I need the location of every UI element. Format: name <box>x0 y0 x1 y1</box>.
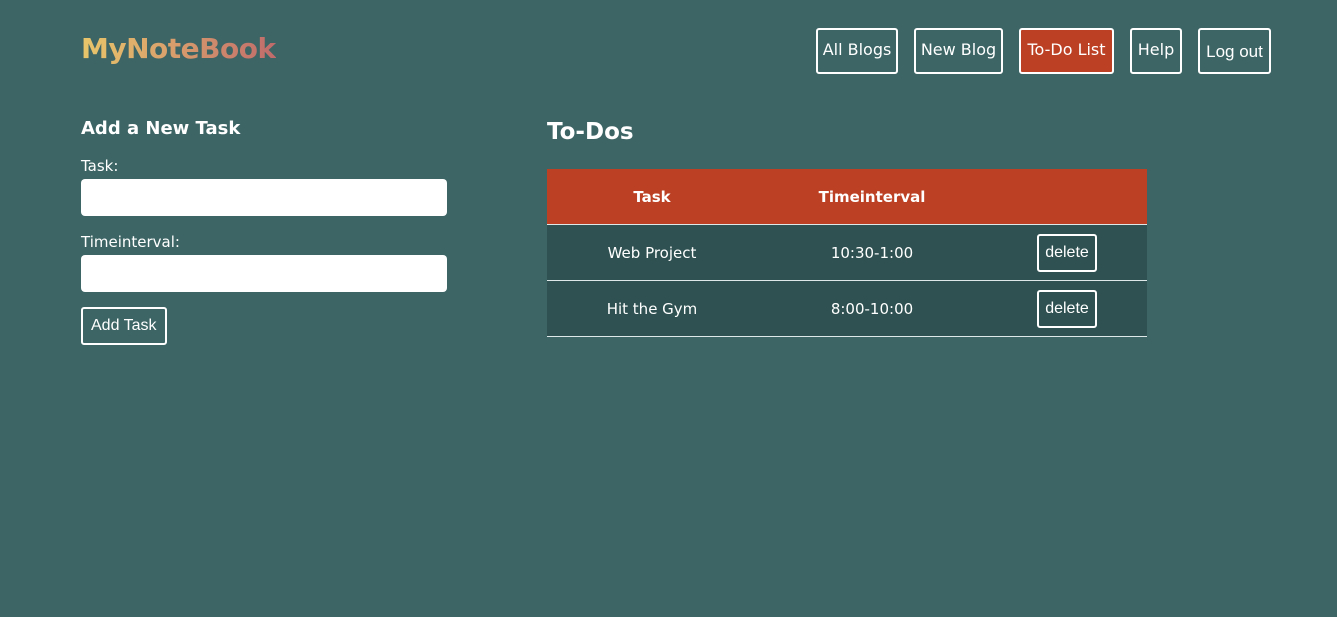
task-cell: Web Project <box>547 224 757 281</box>
nav-help-button[interactable]: Help <box>1130 28 1182 74</box>
action-cell: delete <box>987 224 1147 281</box>
column-header-task: Task <box>547 169 757 225</box>
todos-section: To-Dos Task Timeinterval Web Project 10:… <box>547 115 1147 337</box>
table-row: Hit the Gym 8:00-10:00 delete <box>547 280 1147 337</box>
table-header-row: Task Timeinterval <box>547 169 1147 225</box>
timeinterval-input[interactable] <box>81 255 447 292</box>
column-header-timeinterval: Timeinterval <box>757 169 987 225</box>
nav-new-blog-label: New Blog <box>920 39 997 59</box>
column-header-actions <box>987 169 1147 225</box>
nav-todo-list-button[interactable]: To-Do List <box>1019 28 1114 74</box>
nav-todo-list-label: To-Do List <box>1027 39 1106 59</box>
todo-table: Task Timeinterval Web Project 10:30-1:00… <box>547 169 1147 337</box>
nav-all-blogs-label: All Blogs <box>822 39 892 59</box>
logout-label: Log out <box>1206 42 1263 61</box>
action-cell: delete <box>987 280 1147 337</box>
top-nav: All Blogs New Blog To-Do List Help Log o… <box>0 28 1337 74</box>
delete-button[interactable]: delete <box>1037 233 1097 272</box>
logout-button[interactable]: Log out <box>1198 28 1271 74</box>
nav-all-blogs-button[interactable]: All Blogs <box>816 28 898 74</box>
nav-new-blog-button[interactable]: New Blog <box>914 28 1003 74</box>
timeinterval-cell: 10:30-1:00 <box>757 224 987 281</box>
timeinterval-cell: 8:00-10:00 <box>757 280 987 337</box>
nav-help-label: Help <box>1137 39 1175 59</box>
task-label: Task: <box>81 157 119 175</box>
add-task-title: Add a New Task <box>81 118 241 139</box>
table-row: Web Project 10:30-1:00 delete <box>547 224 1147 281</box>
add-task-form: Add a New Task Task: Timeinterval: Add T… <box>81 116 447 345</box>
add-task-button[interactable]: Add Task <box>81 307 167 345</box>
task-cell: Hit the Gym <box>547 280 757 337</box>
todos-title: To-Dos <box>547 119 634 145</box>
timeinterval-label: Timeinterval: <box>81 233 180 251</box>
task-input[interactable] <box>81 179 447 216</box>
delete-button[interactable]: delete <box>1037 289 1097 328</box>
